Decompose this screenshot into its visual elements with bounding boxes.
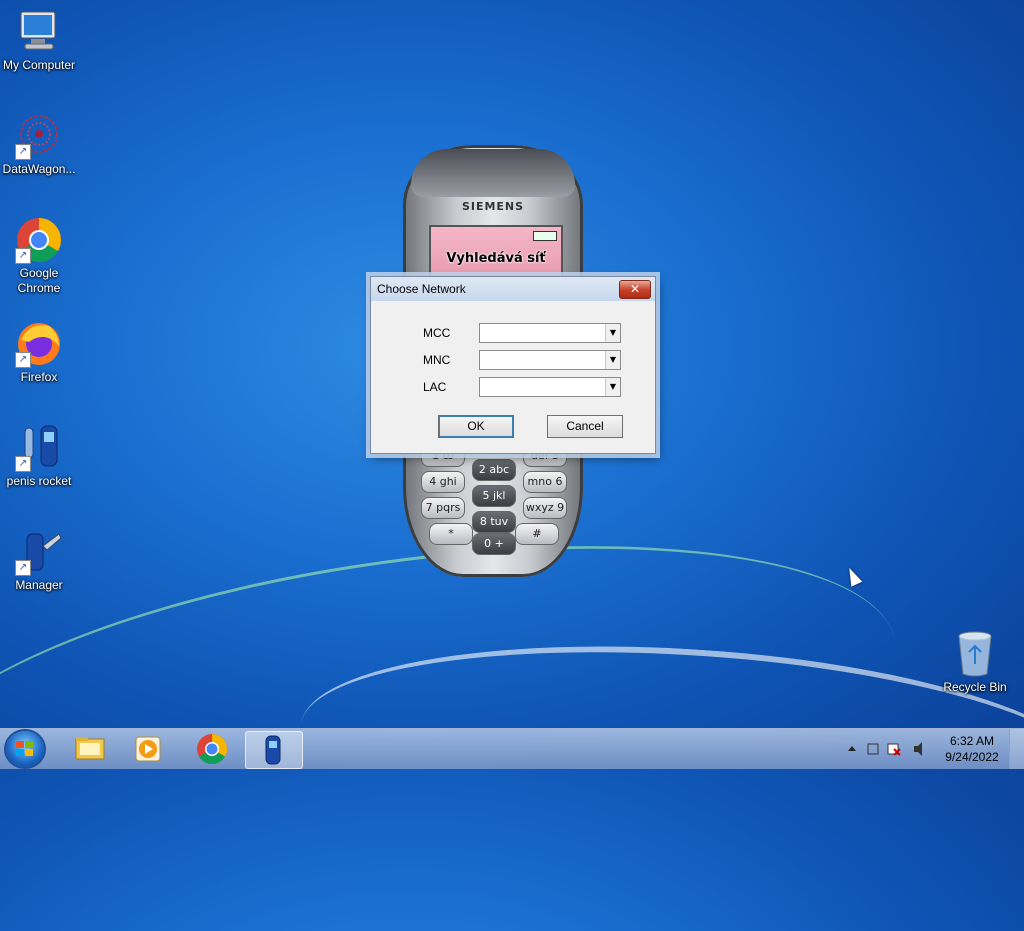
phone-screen: Vyhledává síť (429, 225, 563, 283)
dialog-titlebar[interactable]: Choose Network ✕ (371, 277, 655, 301)
desktop-icon-firefox[interactable]: ↗ Firefox (1, 320, 77, 385)
phone-app-icon (265, 735, 281, 765)
lac-row: LAC ▼ (371, 377, 655, 397)
taskbar-file-explorer[interactable] (62, 731, 118, 767)
volume-icon (914, 742, 922, 756)
desktop-icon-my-computer[interactable]: My Computer (1, 8, 77, 73)
taskbar: 6:32 AM 9/24/2022 (0, 728, 1024, 769)
phone-key-6[interactable]: mno 6 (523, 471, 567, 493)
taskbar-chrome[interactable] (184, 731, 240, 767)
clock-time: 6:32 AM (949, 734, 995, 748)
recycle-bin-icon (955, 630, 995, 678)
cancel-button[interactable]: Cancel (547, 415, 623, 438)
manager-icon: ↗ (15, 528, 63, 576)
phone-brand-label: SIEMENS (461, 200, 525, 213)
ok-button[interactable]: OK (438, 415, 514, 438)
mnc-combobox[interactable]: ▼ (479, 350, 621, 370)
mouse-cursor-icon (843, 565, 863, 587)
mcc-row: MCC ▼ (371, 323, 655, 343)
start-button[interactable] (6, 731, 44, 767)
battery-icon (533, 231, 557, 241)
phone-key-0[interactable]: 0 + (472, 533, 516, 555)
mnc-label: MNC (423, 353, 451, 367)
lac-label: LAC (423, 380, 447, 394)
computer-icon (15, 8, 63, 56)
mcc-combobox[interactable]: ▼ (479, 323, 621, 343)
shortcut-arrow-icon: ↗ (15, 560, 31, 576)
taskbar-media-player[interactable] (120, 731, 176, 767)
mnc-row: MNC ▼ (371, 350, 655, 370)
desktop-icon-label: Recycle Bin (943, 680, 1007, 694)
firefox-icon: ↗ (15, 320, 63, 368)
media-player-icon (135, 736, 161, 762)
chrome-icon (197, 734, 228, 765)
phone-key-9[interactable]: wxyz 9 (523, 497, 567, 519)
datawagon-icon: ↗ (15, 112, 63, 160)
desktop-icon-label: My Computer (2, 58, 76, 72)
folder-icon (75, 737, 105, 760)
desktop-icon-label: Firefox (20, 370, 58, 384)
clock-date: 9/24/2022 (945, 750, 999, 764)
chevron-down-icon[interactable]: ▼ (605, 378, 620, 396)
chrome-icon: ↗ (15, 216, 63, 264)
phone-key-4[interactable]: 4 ghi (421, 471, 465, 493)
desktop-icon-label: DataWagon... (2, 162, 76, 176)
phone-key-5[interactable]: 5 jkl (472, 485, 516, 507)
phone-key-hash[interactable]: # (515, 523, 559, 545)
choose-network-dialog: Choose Network ✕ MCC ▼ MNC ▼ LAC ▼ OK Ca… (370, 276, 656, 454)
chevron-down-icon[interactable]: ▼ (605, 351, 620, 369)
show-hidden-icons-icon (848, 746, 856, 751)
desktop-icon-label: Manager (15, 578, 63, 592)
phone-speaker-area (411, 149, 575, 197)
chevron-down-icon[interactable]: ▼ (605, 324, 620, 342)
shortcut-arrow-icon: ↗ (15, 456, 31, 472)
taskbar-clock[interactable]: 6:32 AM 9/24/2022 (942, 733, 1002, 765)
phone-keypad: 1 ꝏ 2 abc def 3 4 ghi 5 jkl mno 6 7 pqrs… (421, 445, 567, 555)
show-desktop-button[interactable] (1009, 729, 1024, 769)
desktop-icon-datawagon[interactable]: ↗ DataWagon... (1, 112, 77, 177)
rocket-phone-icon: ↗ (15, 424, 63, 472)
phone-key-8[interactable]: 8 tuv (472, 511, 516, 533)
phone-key-2[interactable]: 2 abc (472, 459, 516, 481)
windows-logo-icon (16, 741, 34, 757)
phone-screen-text: Vyhledává síť (446, 251, 546, 266)
shortcut-arrow-icon: ↗ (15, 248, 31, 264)
close-icon: ✕ (629, 282, 641, 296)
desktop-icon-recycle-bin[interactable]: Recycle Bin (937, 630, 1013, 695)
network-icon (867, 743, 879, 755)
lac-combobox[interactable]: ▼ (479, 377, 621, 397)
phone-key-star[interactable]: * (429, 523, 473, 545)
dialog-title: Choose Network (377, 282, 466, 296)
close-button[interactable]: ✕ (619, 280, 651, 299)
system-tray (844, 737, 934, 761)
desktop-icon-label: penis rocket (6, 474, 72, 488)
desktop-icon-manager[interactable]: ↗ Manager (1, 528, 77, 593)
taskbar-phone-app[interactable] (245, 731, 303, 769)
mcc-label: MCC (423, 326, 451, 340)
shortcut-arrow-icon: ↗ (15, 352, 31, 368)
shortcut-arrow-icon: ↗ (15, 144, 31, 160)
phone-key-7[interactable]: 7 pqrs (421, 497, 465, 519)
desktop-icon-label: Google Chrome (17, 266, 61, 295)
desktop-icon-google-chrome[interactable]: ↗ Google Chrome (1, 216, 77, 296)
desktop-icon-penis-rocket[interactable]: ↗ penis rocket (1, 424, 77, 489)
